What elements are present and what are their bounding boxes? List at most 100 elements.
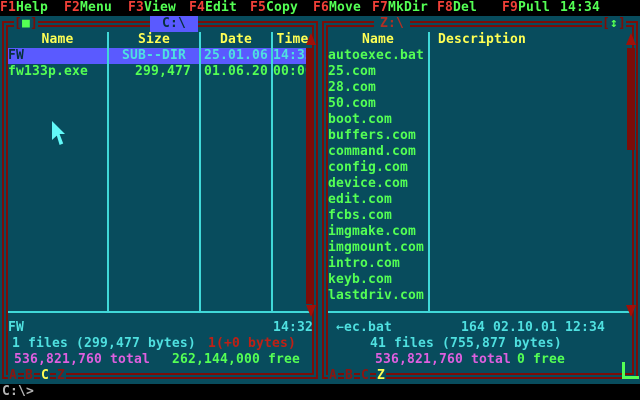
fkey-action: View: [144, 0, 176, 15]
fkey-action: Edit: [205, 0, 237, 15]
left-panel: [■] C:\ Name Size Date Time FW SUB--DIR …: [0, 16, 320, 384]
fkey-action: Move: [329, 0, 361, 15]
file-item[interactable]: lastdriv.com: [328, 288, 424, 304]
file-item[interactable]: edit.com: [328, 192, 392, 208]
file-item[interactable]: command.com: [328, 144, 416, 160]
fkey-label: F7: [372, 0, 388, 15]
drive-button-c[interactable]: C: [360, 368, 370, 384]
status-disk-free: 0 free: [517, 352, 565, 368]
fkey-action: MkDir: [388, 0, 428, 15]
scroll-down-icon[interactable]: [306, 305, 316, 317]
file-item[interactable]: config.com: [328, 160, 408, 176]
file-item[interactable]: imgmount.com: [328, 240, 424, 256]
right-panel: Z:\ [↕] Name Description autoexec.bat 25…: [320, 16, 640, 384]
panel-corner-glyph: [622, 376, 639, 379]
up-down-arrows-icon: ↕: [610, 16, 618, 31]
column-separator: [271, 32, 273, 312]
file-item[interactable]: 25.com: [328, 64, 376, 80]
panel-path-title[interactable]: C:\: [150, 16, 198, 32]
menu-item-view[interactable]: F3View: [128, 0, 176, 16]
file-row-date[interactable]: 25.01.06: [201, 48, 271, 64]
menu-item-help[interactable]: F1Help: [0, 0, 48, 16]
file-item[interactable]: imgmake.com: [328, 224, 416, 240]
menu-item-del[interactable]: F8Del: [437, 0, 477, 16]
file-row-name[interactable]: FW: [8, 48, 107, 64]
file-row-date[interactable]: 01.06.20: [201, 64, 271, 80]
file-item[interactable]: 28.com: [328, 80, 376, 96]
panel-sort-indicator[interactable]: [↕]: [602, 16, 626, 32]
drive-button-c-current[interactable]: C: [40, 368, 50, 384]
status-separator-line: [8, 311, 312, 313]
file-item[interactable]: boot.com: [328, 112, 392, 128]
bracket: ]: [30, 16, 38, 31]
status-tagged-count: 1(+0 bytes): [208, 336, 296, 352]
command-prompt: C:\>: [2, 384, 34, 400]
fkey-action: Copy: [266, 0, 298, 15]
file-row-size[interactable]: SUB--DIR: [109, 48, 199, 64]
status-selected-time: 14:32: [273, 320, 313, 336]
status-selected-file: ←ec.bat: [336, 320, 392, 336]
fkey-action: Help: [16, 0, 48, 15]
fkey-label: F9: [502, 0, 518, 15]
fkey-label: F2: [64, 0, 80, 15]
file-item[interactable]: 50.com: [328, 96, 376, 112]
status-files-count: 41 files (755,877 bytes): [370, 336, 562, 352]
fkey-label: F4: [189, 0, 205, 15]
fkey-label: F6: [313, 0, 329, 15]
bracket: ]: [618, 16, 626, 31]
drive-button-a[interactable]: A: [8, 368, 18, 384]
fkey-label: F8: [437, 0, 453, 15]
menu-item-move[interactable]: F6Move: [313, 0, 361, 16]
fkey-label: F3: [128, 0, 144, 15]
column-separator: [199, 32, 201, 312]
menu-item-mkdir[interactable]: F7MkDir: [372, 0, 428, 16]
file-item[interactable]: buffers.com: [328, 128, 416, 144]
clock: 14:34: [560, 0, 600, 16]
panel-path-title[interactable]: Z:\: [374, 16, 410, 32]
scrollbar-thumb[interactable]: [627, 48, 635, 150]
fkey-label: F5: [250, 0, 266, 15]
file-item[interactable]: fcbs.com: [328, 208, 392, 224]
command-line[interactable]: C:\>: [0, 384, 640, 400]
bracket: [: [602, 16, 610, 31]
file-item[interactable]: device.com: [328, 176, 408, 192]
scroll-down-icon[interactable]: [626, 305, 636, 317]
drive-button-b[interactable]: B: [344, 368, 354, 384]
file-item[interactable]: keyb.com: [328, 272, 392, 288]
menu-item-copy[interactable]: F5Copy: [250, 0, 298, 16]
fkey-label: F1: [0, 0, 16, 15]
panel-on-icon: ■: [22, 16, 30, 31]
column-separator: [107, 32, 109, 312]
file-row-name[interactable]: fw133p.exe: [8, 64, 107, 80]
status-disk-free: 262,144,000 free: [172, 352, 300, 368]
column-header-name: Name: [328, 32, 428, 48]
menu-item-edit[interactable]: F4Edit: [189, 0, 237, 16]
scroll-up-icon[interactable]: [626, 33, 636, 45]
drive-button-z-current[interactable]: Z: [376, 368, 386, 384]
status-disk-total: 536,821,760 total: [14, 352, 150, 368]
status-selected-file: FW: [8, 320, 24, 336]
menu-item-pull[interactable]: F9Pull: [502, 0, 550, 16]
status-files-count: 1 files (299,477 bytes): [12, 336, 196, 352]
scroll-up-icon[interactable]: [306, 33, 316, 45]
fkey-action: Del: [453, 0, 477, 15]
panel-state-indicator[interactable]: [■]: [14, 16, 38, 32]
column-header-date: Date: [201, 32, 271, 48]
status-selected-info: 164 02.10.01 12:34: [461, 320, 605, 336]
menu-item-menu[interactable]: F2Menu: [64, 0, 112, 16]
file-item[interactable]: autoexec.bat: [328, 48, 424, 64]
file-item[interactable]: intro.com: [328, 256, 400, 272]
status-disk-total: 536,821,760 total: [375, 352, 511, 368]
file-manager-screen: F1Help F2Menu F3View F4Edit F5Copy F6Mov…: [0, 0, 640, 400]
scrollbar-thumb[interactable]: [306, 48, 314, 304]
drive-button-z[interactable]: Z: [56, 368, 66, 384]
column-separator: [428, 32, 430, 312]
drive-button-a[interactable]: A: [328, 368, 338, 384]
fkey-action: Pull: [518, 0, 550, 15]
status-separator-line: [328, 311, 632, 313]
drive-button-b[interactable]: B: [24, 368, 34, 384]
bracket: [: [14, 16, 22, 31]
column-header-size: Size: [109, 32, 199, 48]
column-header-name: Name: [8, 32, 107, 48]
file-row-size[interactable]: 299,477: [105, 64, 191, 80]
